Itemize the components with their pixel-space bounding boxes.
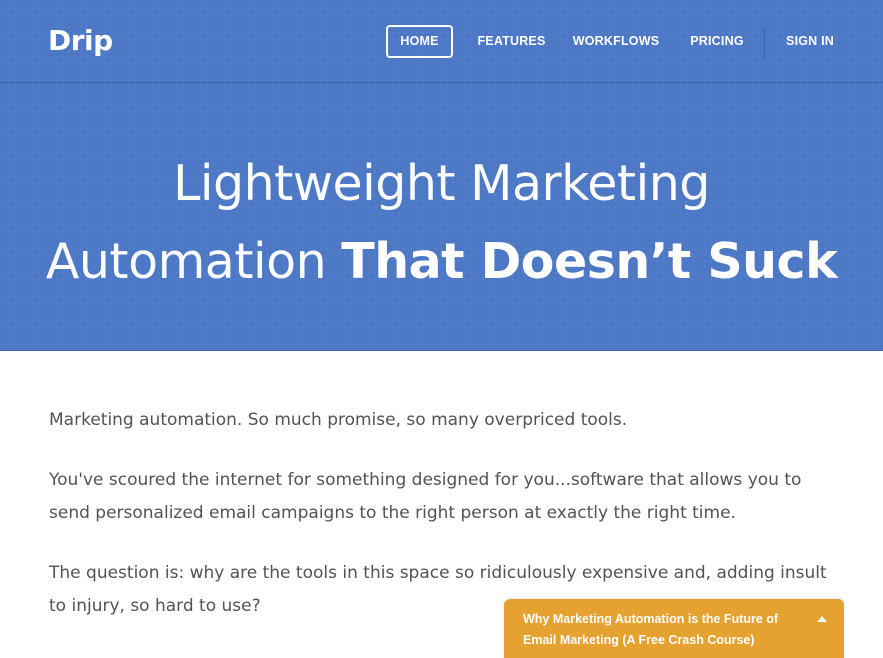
intro-paragraph-1: Marketing automation. So much promise, s… <box>49 410 628 430</box>
intro-paragraph-2: You've scoured the internet for somethin… <box>49 470 802 523</box>
caret-up-icon[interactable] <box>817 616 827 622</box>
headline-line-2-bold: That Doesn’t Suck <box>341 233 838 290</box>
headline-line-2: Automation That Doesn’t Suck <box>0 223 883 301</box>
hero-banner: Drip HOME FEATURES WORKFLOWS PRICING SIG… <box>0 0 883 351</box>
crash-course-widget[interactable]: Why Marketing Automation is the Future o… <box>504 599 844 658</box>
nav-divider <box>764 27 765 61</box>
nav-home-link[interactable]: HOME <box>386 25 453 58</box>
hero-headline: Lightweight Marketing Automation That Do… <box>0 145 883 301</box>
drip-logo[interactable]: Drip <box>48 23 113 59</box>
headline-line-2-light: Automation <box>45 233 342 290</box>
nav-workflows-link[interactable]: WORKFLOWS <box>566 25 666 58</box>
nav-sign-in-link[interactable]: SIGN IN <box>777 25 843 58</box>
top-navigation: Drip HOME FEATURES WORKFLOWS PRICING SIG… <box>0 0 883 83</box>
nav-features-link[interactable]: FEATURES <box>470 25 553 58</box>
crash-course-title[interactable]: Why Marketing Automation is the Future o… <box>523 609 808 651</box>
headline-line-1: Lightweight Marketing <box>173 155 710 212</box>
nav-pricing-link[interactable]: PRICING <box>679 25 755 58</box>
